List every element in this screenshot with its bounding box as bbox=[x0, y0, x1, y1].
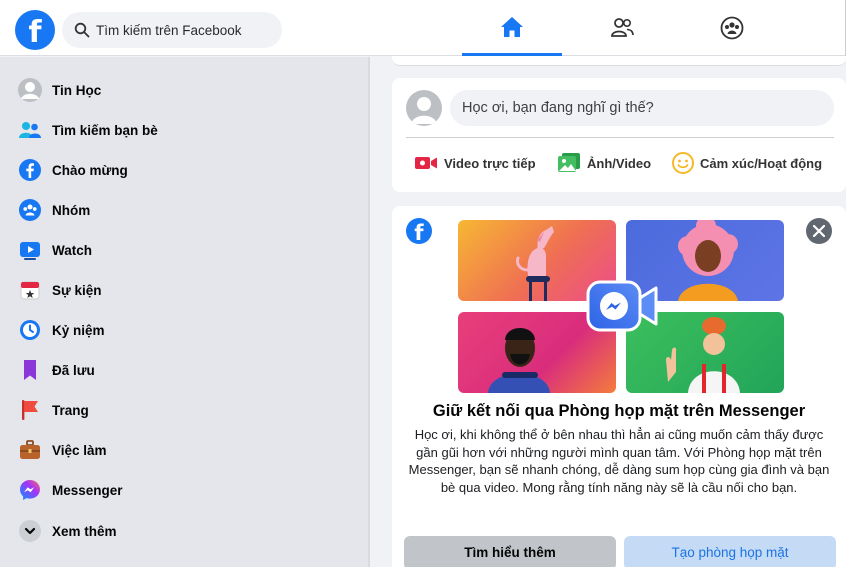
sidebar-item-welcome[interactable]: Chào mừng bbox=[18, 152, 128, 188]
left-sidebar: Tin Học Tìm kiếm bạn bè Chào mừng Nhóm W… bbox=[0, 57, 370, 567]
friends-icon bbox=[611, 18, 634, 37]
sidebar-item-pages[interactable]: Trang bbox=[18, 392, 89, 428]
learn-more-button[interactable]: Tìm hiểu thêm bbox=[404, 536, 616, 567]
sidebar-item-label: Trang bbox=[52, 402, 89, 418]
sidebar-item-groups[interactable]: Nhóm bbox=[18, 192, 90, 228]
sidebar-item-label: Tìm kiếm bạn bè bbox=[52, 122, 158, 138]
smiley-icon bbox=[672, 152, 694, 174]
sidebar-item-profile[interactable]: Tin Học bbox=[18, 72, 101, 108]
close-button[interactable] bbox=[806, 218, 832, 244]
watch-icon bbox=[18, 238, 42, 262]
sidebar-item-label: Nhóm bbox=[52, 202, 91, 218]
photo-video-button[interactable]: Ảnh/Video bbox=[557, 150, 651, 176]
tab-groups[interactable] bbox=[682, 0, 782, 56]
sidebar-item-label: Việc làm bbox=[52, 442, 107, 458]
facebook-icon bbox=[18, 158, 42, 182]
messenger-icon bbox=[18, 478, 42, 502]
composer-divider bbox=[406, 137, 834, 138]
briefcase-icon bbox=[18, 438, 42, 462]
sidebar-item-memories[interactable]: Kỷ niệm bbox=[18, 312, 105, 348]
groups-icon bbox=[18, 198, 42, 222]
sidebar-item-label: Xem thêm bbox=[52, 523, 117, 539]
profile-avatar-icon bbox=[18, 78, 42, 102]
chevron-down-icon bbox=[18, 519, 42, 543]
sidebar-see-more[interactable]: Xem thêm bbox=[18, 513, 117, 549]
sidebar-item-events[interactable]: Sự kiện bbox=[18, 272, 102, 308]
live-video-label: Video trực tiếp bbox=[444, 155, 536, 171]
sidebar-item-messenger[interactable]: Messenger bbox=[18, 472, 123, 508]
avatar[interactable] bbox=[406, 90, 442, 126]
tab-home[interactable] bbox=[462, 0, 562, 56]
live-video-icon bbox=[415, 157, 437, 169]
messenger-video-camera-icon bbox=[586, 278, 660, 334]
sidebar-item-label: Watch bbox=[52, 242, 92, 258]
sidebar-item-saved[interactable]: Đã lưu bbox=[18, 352, 95, 388]
sidebar-item-find-friends[interactable]: Tìm kiếm bạn bè bbox=[18, 112, 158, 148]
sidebar-item-label: Tin Học bbox=[52, 82, 102, 98]
promo-heading: Giữ kết nối qua Phòng họp mặt trên Messe… bbox=[432, 402, 806, 420]
create-room-button[interactable]: Tạo phòng họp mặt bbox=[624, 536, 836, 567]
composer-prompt-input[interactable]: Học ơi, bạn đang nghĩ gì thế? bbox=[450, 90, 834, 126]
calendar-icon bbox=[18, 278, 42, 302]
sidebar-item-label: Kỷ niệm bbox=[52, 322, 105, 338]
home-icon bbox=[501, 16, 523, 37]
sidebar-item-label: Sự kiện bbox=[52, 282, 102, 298]
search-box[interactable] bbox=[62, 12, 282, 48]
search-icon bbox=[74, 22, 90, 38]
sidebar-item-jobs[interactable]: Việc làm bbox=[18, 432, 107, 468]
feeling-activity-button[interactable]: Cảm xúc/Hoạt động bbox=[672, 150, 822, 176]
search-input[interactable] bbox=[96, 22, 276, 38]
feeling-activity-label: Cảm xúc/Hoạt động bbox=[700, 155, 823, 171]
sidebar-item-label: Chào mừng bbox=[52, 162, 128, 178]
photo-icon bbox=[558, 153, 580, 172]
messenger-rooms-promo-card: f Giữ kết nối qua Phòng họp mặt trên Mes… bbox=[392, 206, 846, 567]
post-composer: Học ơi, bạn đang nghĩ gì thế? Video trực… bbox=[392, 78, 846, 192]
sidebar-item-label: Messenger bbox=[52, 482, 123, 498]
bookmark-icon bbox=[18, 358, 42, 382]
groups-icon bbox=[720, 16, 744, 40]
find-friends-icon bbox=[18, 118, 42, 142]
facebook-logo: f bbox=[406, 218, 432, 244]
top-navigation-bar: f bbox=[0, 0, 846, 56]
close-icon bbox=[813, 225, 825, 237]
live-video-button[interactable]: Video trực tiếp bbox=[414, 150, 536, 176]
tab-friends[interactable] bbox=[572, 0, 672, 56]
facebook-logo[interactable]: f bbox=[15, 10, 55, 50]
flag-icon bbox=[18, 398, 42, 422]
photo-video-label: Ảnh/Video bbox=[587, 155, 652, 171]
sidebar-item-label: Đã lưu bbox=[52, 362, 95, 378]
stories-card-edge bbox=[392, 56, 846, 66]
memories-clock-icon bbox=[18, 318, 42, 342]
sidebar-item-watch[interactable]: Watch bbox=[18, 232, 92, 268]
promo-description: Học ơi, khi không thể ở bên nhau thì hẳn… bbox=[408, 427, 830, 495]
